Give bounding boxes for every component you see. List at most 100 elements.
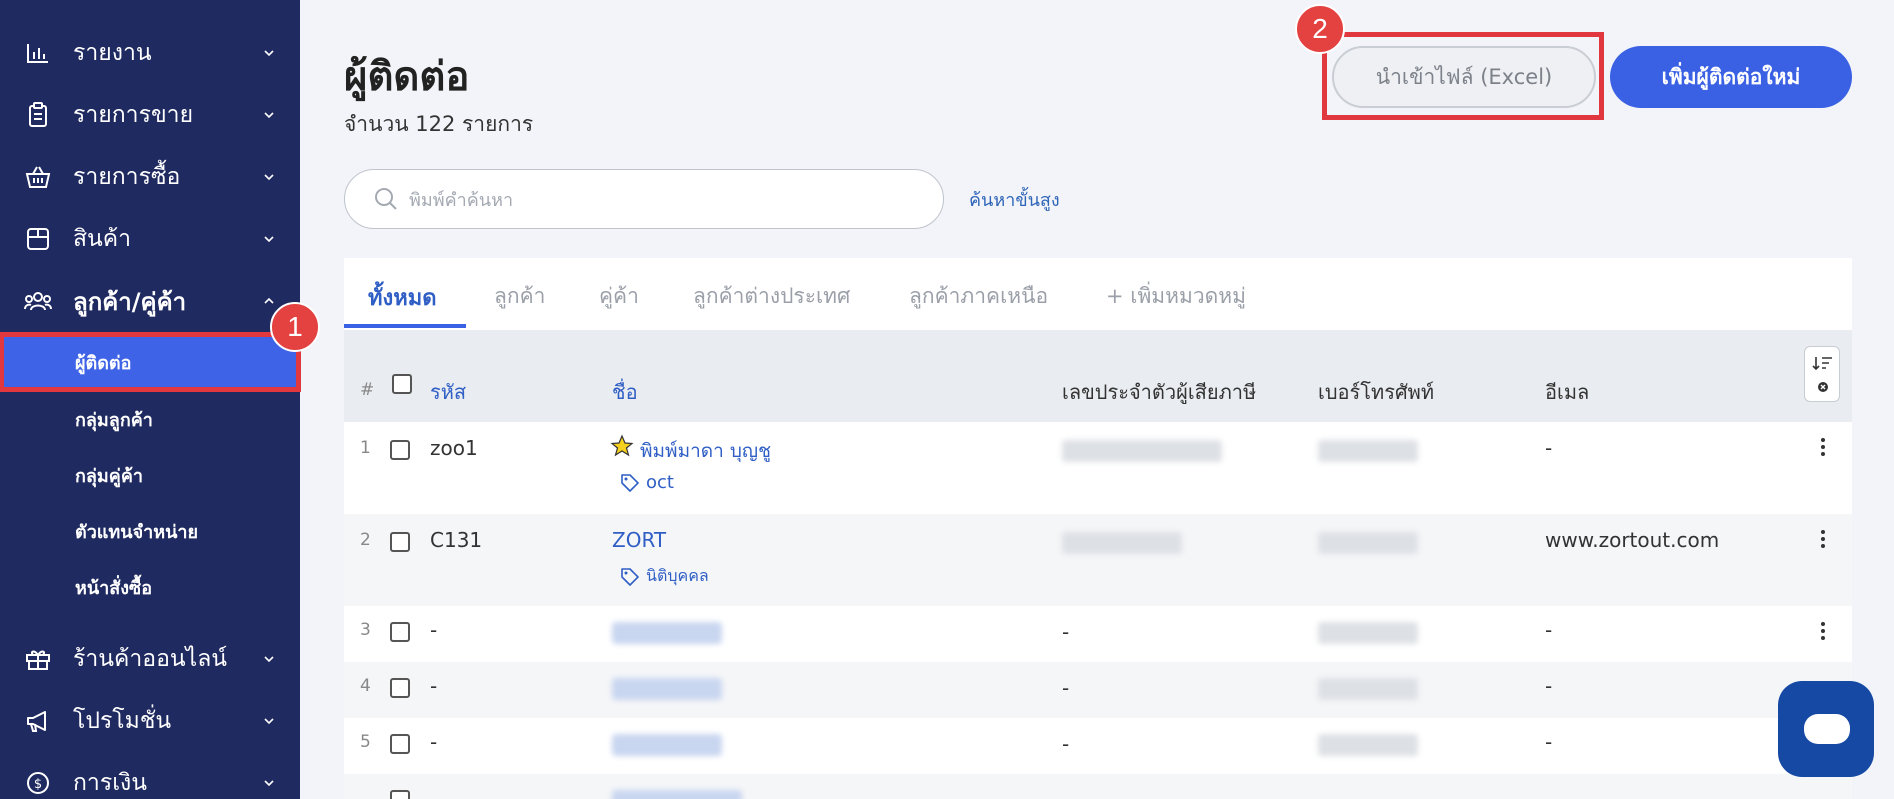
sidebar-subitem-dealers[interactable]: ตัวแทนจำหน่าย (0, 507, 300, 555)
redacted-name[interactable] (612, 790, 742, 799)
sidebar-item-label: รายการขาย (73, 102, 194, 128)
row-tag[interactable]: นิติบุคคล (620, 564, 709, 589)
select-all-checkbox[interactable] (392, 374, 412, 394)
tab-all[interactable]: ทั้งหมด (368, 280, 437, 315)
redacted-name[interactable] (612, 678, 722, 700)
row-name-link[interactable]: พิมพ์มาดา บุญชู (640, 436, 771, 466)
row-checkbox[interactable] (390, 532, 410, 552)
sidebar-item-reports[interactable]: รายงาน (0, 24, 300, 82)
sidebar-item-label: รายการซื้อ (73, 164, 181, 190)
column-code[interactable]: รหัส (430, 376, 466, 408)
sidebar-subitem-label: ผู้ติดต่อ (75, 352, 132, 374)
column-settings-button[interactable] (1804, 346, 1840, 402)
row-code: - (430, 730, 438, 754)
sidebar-subitem-supplier-groups[interactable]: กลุ่มคู่ค้า (0, 451, 300, 499)
sidebar-item-sales[interactable]: รายการขาย (0, 86, 300, 144)
bar-chart-icon (24, 39, 52, 67)
row-code: C131 (430, 528, 483, 552)
table-row[interactable]: 3 - - - (344, 606, 1852, 662)
row-taxid: - (1062, 676, 1070, 700)
chat-bubble-icon (1804, 714, 1850, 744)
sidebar-item-online-store[interactable]: ร้านค้าออนไลน์ (0, 630, 300, 688)
row-tag-label: oct (646, 472, 674, 493)
search-input[interactable] (409, 184, 909, 216)
row-checkbox[interactable] (390, 790, 410, 799)
advanced-search-link[interactable]: ค้นหาขั้นสูง (969, 185, 1060, 214)
tab-suppliers[interactable]: คู่ค้า (599, 280, 639, 313)
sidebar-item-products[interactable]: สินค้า (0, 210, 300, 268)
row-taxid: - (1062, 732, 1070, 756)
chevron-down-icon (264, 656, 274, 663)
add-contact-button[interactable]: เพิ่มผู้ติดต่อใหม่ (1610, 46, 1852, 108)
basket-icon (24, 163, 52, 191)
search-box (344, 169, 944, 229)
table-header: # รหัส ชื่อ เลขประจำตัวผู้เสียภาษี เบอร์… (344, 330, 1852, 422)
row-name-link[interactable]: ZORT (612, 528, 666, 552)
chevron-down-icon (264, 236, 274, 243)
redacted-name[interactable] (612, 734, 722, 756)
row-checkbox[interactable] (390, 678, 410, 698)
redacted-name[interactable] (612, 622, 722, 644)
row-code: - (430, 674, 438, 698)
page-title: ผู้ติดต่อ (344, 54, 470, 100)
row-menu-icon[interactable] (1820, 622, 1826, 644)
sort-icon (1812, 357, 1832, 392)
sidebar-item-customers[interactable]: ลูกค้า/คู่ค้า (0, 272, 300, 330)
sidebar-item-label: ร้านค้าออนไลน์ (73, 646, 228, 672)
tab-customers[interactable]: ลูกค้า (494, 280, 545, 313)
sidebar-item-label: โปรโมชั่น (73, 708, 172, 734)
row-tag[interactable]: oct (620, 472, 674, 493)
chevron-down-icon (264, 718, 274, 725)
table-row[interactable]: 5 - - - (344, 718, 1852, 774)
chat-support-button[interactable] (1778, 681, 1874, 777)
sidebar-item-label: รายงาน (73, 40, 152, 66)
star-icon[interactable] (610, 434, 634, 458)
row-email: - (1545, 618, 1553, 642)
column-taxid: เลขประจำตัวผู้เสียภาษี (1062, 380, 1257, 404)
redacted-taxid (1062, 440, 1222, 462)
row-checkbox[interactable] (390, 734, 410, 754)
tag-icon (621, 473, 639, 492)
table-row[interactable]: 1 zoo1 พิมพ์มาดา บุญชู oct - (344, 422, 1852, 514)
row-checkbox[interactable] (390, 440, 410, 460)
sidebar-subitem-label: กลุ่มลูกค้า (75, 409, 153, 431)
row-email: - (1545, 436, 1553, 460)
sidebar-subitem-label: กลุ่มคู่ค้า (75, 465, 143, 487)
row-menu-icon[interactable] (1820, 438, 1826, 460)
row-menu-icon[interactable] (1820, 530, 1826, 552)
tab-northern-customers[interactable]: ลูกค้าภาคเหนือ (909, 280, 1048, 313)
tag-icon (621, 567, 639, 586)
sidebar-subitem-customer-groups[interactable]: กลุ่มลูกค้า (0, 395, 300, 443)
table-row[interactable]: 4 - - - (344, 662, 1852, 718)
sidebar-item-purchases[interactable]: รายการซื้อ (0, 148, 300, 206)
table-row[interactable]: 2 C131 ZORT นิติบุคคล www.zortout.com (344, 514, 1852, 606)
chevron-down-icon (264, 50, 274, 57)
table-row[interactable] (344, 774, 1852, 799)
row-number: 5 (360, 732, 371, 752)
redacted-taxid (1062, 532, 1182, 554)
tab-foreign-customers[interactable]: ลูกค้าต่างประเทศ (693, 280, 850, 313)
row-checkbox[interactable] (390, 622, 410, 642)
users-icon (24, 287, 52, 315)
row-email: - (1545, 730, 1553, 754)
gift-icon (24, 645, 52, 673)
megaphone-icon (24, 707, 52, 735)
redacted-phone (1318, 532, 1418, 554)
chevron-up-icon (264, 297, 274, 304)
sidebar-item-label: การเงิน (73, 770, 148, 796)
sidebar-item-finance[interactable]: $ การเงิน (0, 754, 300, 799)
sidebar-subitem-label: หน้าสั่งซื้อ (75, 577, 153, 599)
column-name[interactable]: ชื่อ (612, 376, 638, 408)
contacts-card: ทั้งหมด ลูกค้า คู่ค้า ลูกค้าต่างประเทศ ล… (344, 258, 1852, 799)
annotation-badge-1: 1 (270, 302, 320, 352)
category-tabs: ทั้งหมด ลูกค้า คู่ค้า ลูกค้าต่างประเทศ ล… (344, 258, 1852, 330)
row-tag-label: นิติบุคคล (646, 566, 709, 585)
row-email: - (1545, 674, 1553, 698)
tab-add-category[interactable]: + เพิ่มหมวดหมู่ (1106, 280, 1246, 313)
sidebar-subitem-order-page[interactable]: หน้าสั่งซื้อ (0, 563, 300, 611)
sidebar-subitem-contacts[interactable]: ผู้ติดต่อ (0, 332, 301, 392)
import-excel-button[interactable]: นำเข้าไฟล์ (Excel) (1332, 46, 1596, 108)
sidebar-item-promotions[interactable]: โปรโมชั่น (0, 692, 300, 750)
record-count: จำนวน 122 รายการ (344, 112, 534, 136)
redacted-phone (1318, 734, 1418, 756)
